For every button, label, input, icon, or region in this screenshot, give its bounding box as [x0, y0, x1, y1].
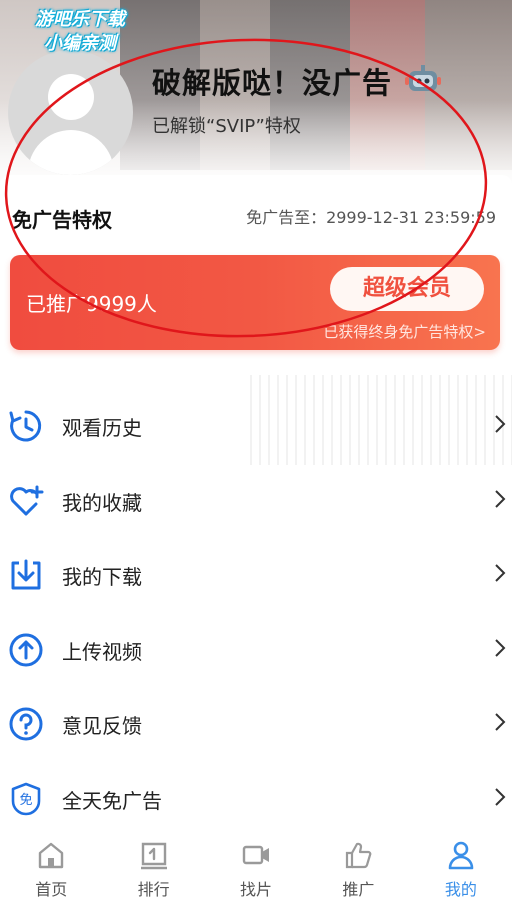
chevron-right-icon [495, 639, 506, 657]
download-icon [11, 559, 41, 590]
menu-item-label: 全天免广告 [62, 788, 162, 813]
chevron-right-icon [495, 415, 506, 433]
ad-free-icon: 免 [11, 782, 41, 816]
home-icon [39, 842, 64, 869]
menu-item-history[interactable]: 观看历史 [0, 388, 512, 463]
chevron-right-icon [495, 489, 506, 508]
watermark-line-1: 游吧乐下载 [35, 9, 125, 30]
menu-item-ad-free[interactable]: 免 全天免广告 [0, 761, 512, 836]
menu-item-favorites[interactable]: 我的收藏 [0, 463, 512, 538]
nav-tab-home[interactable]: 首页 [0, 832, 102, 899]
avatar[interactable] [8, 50, 133, 175]
bottom-navigation: 首页 排行 找片 推广 我的 [0, 832, 512, 899]
thumbs-up-icon [346, 842, 372, 869]
avatar-head [48, 74, 94, 120]
menu-item-label: 上传视频 [62, 639, 142, 664]
nav-label: 首页 [35, 880, 68, 899]
nav-label: 排行 [137, 880, 170, 899]
promotion-banner[interactable]: 已推广9999人 超级会员 已获得终身免广告特权> [10, 255, 500, 350]
menu-item-downloads[interactable]: 我的下载 [0, 537, 512, 612]
nav-label: 找片 [240, 880, 273, 899]
menu-item-label: 我的下载 [62, 565, 142, 590]
video-icon [242, 845, 270, 865]
chevron-right-icon [495, 713, 506, 732]
profile-name: 破解版哒！没广告 [152, 66, 393, 100]
ranking-icon [140, 842, 167, 870]
privilege-expiry: 免广告至：2999-12-31 23:59:59 [246, 208, 496, 227]
privilege-title: 免广告特权 [12, 208, 112, 232]
promotion-note[interactable]: 已获得终身免广告特权> [323, 321, 486, 342]
menu-item-label: 观看历史 [62, 416, 142, 440]
nav-tab-find[interactable]: 找片 [205, 832, 307, 899]
person-icon [448, 841, 474, 870]
nav-tab-promote[interactable]: 推广 [307, 832, 409, 899]
super-member-button[interactable]: 超级会员 [330, 267, 484, 311]
settings-menu: 观看历史 我的收藏 我的下载 上传视频 意见反馈 免 全天免广告 [0, 388, 512, 836]
chevron-right-icon [495, 564, 506, 582]
nav-tab-ranking[interactable]: 排行 [102, 832, 204, 899]
nav-tab-mine[interactable]: 我的 [410, 832, 512, 899]
promotion-count: 已推广9999人 [26, 292, 157, 316]
chevron-right-icon [495, 788, 506, 806]
menu-item-label: 意见反馈 [62, 714, 142, 739]
watermark-line-2: 小编亲测 [44, 33, 116, 54]
menu-item-feedback[interactable]: 意见反馈 [0, 686, 512, 761]
robot-icon [405, 65, 441, 91]
history-icon [9, 410, 42, 442]
svg-text:免: 免 [19, 793, 32, 808]
upload-icon [9, 633, 43, 667]
question-icon [9, 707, 43, 741]
watermark-logo: 游吧乐下载 小编亲测 [10, 8, 150, 56]
profile-subtitle: 已解锁“SVIP”特权 [152, 116, 301, 137]
nav-label: 我的 [444, 880, 477, 899]
menu-item-upload[interactable]: 上传视频 [0, 612, 512, 687]
menu-item-label: 我的收藏 [62, 490, 142, 515]
avatar-body [28, 130, 114, 175]
nav-label: 推广 [342, 880, 375, 899]
heart-plus-icon [10, 485, 44, 516]
